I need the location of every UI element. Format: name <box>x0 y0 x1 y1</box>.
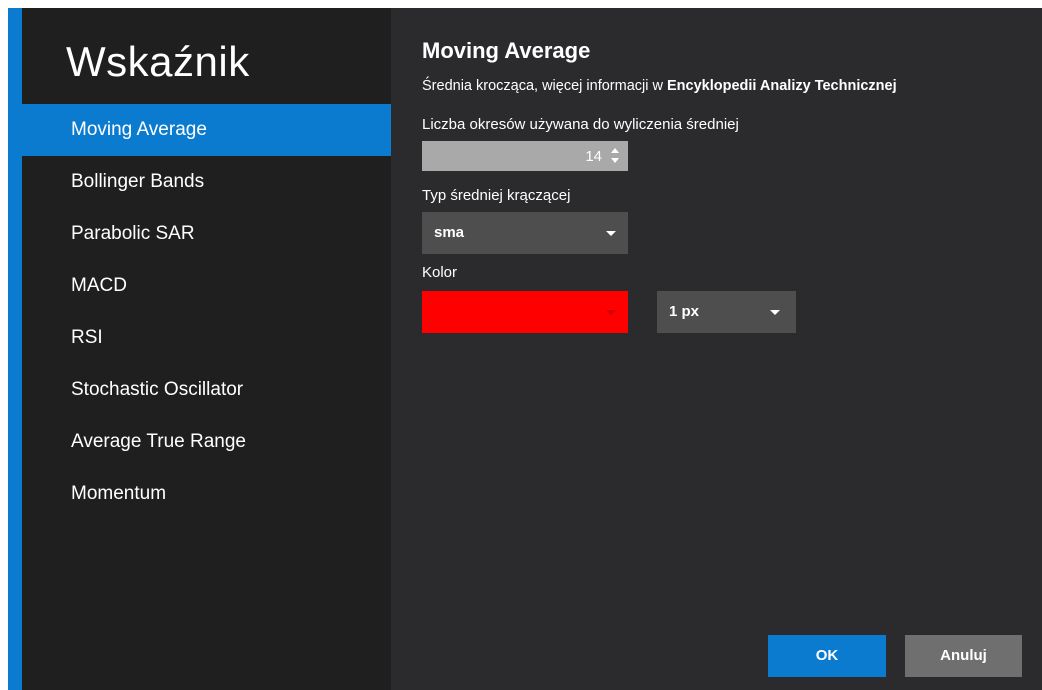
type-select-value: sma <box>434 224 465 241</box>
cancel-button[interactable]: Anuluj <box>905 635 1022 677</box>
chevron-down-icon <box>770 310 780 315</box>
periods-spinner[interactable] <box>610 147 620 165</box>
ok-button[interactable]: OK <box>768 635 886 677</box>
settings-panel: Moving Average Średnia krocząca, więcej … <box>391 8 1042 690</box>
periods-value: 14 <box>585 148 602 165</box>
indicator-dialog: Wskaźnik Moving Average Bollinger Bands … <box>8 8 1042 690</box>
sidebar: Wskaźnik Moving Average Bollinger Bands … <box>22 8 391 690</box>
indicator-title: Moving Average <box>422 38 591 63</box>
accent-strip <box>8 8 22 690</box>
type-label: Typ średniej krączącej <box>422 187 571 204</box>
spinner-up-icon[interactable] <box>611 148 619 153</box>
menu-item-parabolic-sar[interactable]: Parabolic SAR <box>22 208 391 260</box>
sidebar-title: Wskaźnik <box>66 38 250 85</box>
indicator-description: Średnia krocząca, więcej informacji w En… <box>422 78 897 94</box>
menu-item-moving-average[interactable]: Moving Average <box>22 104 391 156</box>
chevron-down-icon <box>606 310 616 315</box>
line-width-value: 1 px <box>669 303 700 320</box>
indicator-menu: Moving Average Bollinger Bands Parabolic… <box>22 104 391 520</box>
spinner-down-icon[interactable] <box>611 158 619 163</box>
periods-label: Liczba okresów używana do wyliczenia śre… <box>422 116 739 133</box>
color-select[interactable] <box>422 291 628 333</box>
menu-item-rsi[interactable]: RSI <box>22 312 391 364</box>
menu-item-average-true-range[interactable]: Average True Range <box>22 416 391 468</box>
encyclopedia-link[interactable]: Encyklopedii Analizy Technicznej <box>667 78 897 94</box>
color-label: Kolor <box>422 264 458 281</box>
menu-item-stochastic-oscillator[interactable]: Stochastic Oscillator <box>22 364 391 416</box>
line-width-select[interactable]: 1 px <box>657 291 796 333</box>
description-text: Średnia krocząca, więcej informacji w <box>422 78 667 94</box>
periods-input[interactable]: 14 <box>422 141 628 171</box>
menu-item-momentum[interactable]: Momentum <box>22 468 391 520</box>
menu-item-macd[interactable]: MACD <box>22 260 391 312</box>
menu-item-bollinger-bands[interactable]: Bollinger Bands <box>22 156 391 208</box>
type-select[interactable]: sma <box>422 212 628 254</box>
chevron-down-icon <box>606 231 616 236</box>
